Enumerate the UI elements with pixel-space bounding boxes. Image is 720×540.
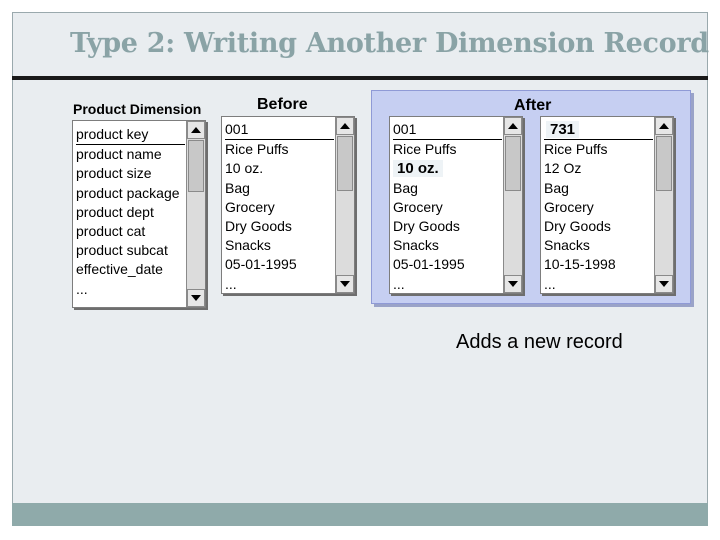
list-item: Grocery [393,198,443,215]
vertical-scrollbar[interactable] [335,117,354,293]
list-item: product size [76,165,152,182]
list-item: product subcat [76,242,168,259]
title-divider [12,76,708,80]
product-dimension-listbox[interactable]: product key product name product size pr… [72,120,206,308]
list-item: product name [76,146,162,163]
list-item: Dry Goods [544,217,611,234]
list-item: Grocery [225,198,275,215]
list-item: product package [76,184,180,201]
list-item: effective_date [76,261,163,278]
slide-title: Type 2: Writing Another Dimension Record [70,28,709,59]
list-item: Bag [393,179,418,196]
arrow-down-icon [191,295,201,301]
list-item: Snacks [544,237,590,254]
footer-band [12,503,708,526]
after-old-record-listbox[interactable]: 001 Rice Puffs 10 oz. Bag Grocery Dry Go… [389,116,523,294]
scroll-up-button[interactable] [187,121,205,139]
scroll-thumb[interactable] [505,136,521,191]
list-item: product dept [76,203,154,220]
arrow-up-icon [659,123,669,129]
scroll-down-button[interactable] [187,289,205,307]
arrow-down-icon [508,281,518,287]
caption-text: Adds a new record [456,331,623,353]
list-item: 05-01-1995 [393,256,465,273]
list-item: Rice Puffs [393,141,457,158]
list-item: 001 [393,120,502,141]
list-item: 001 [225,120,334,141]
list-item: ... [393,275,405,292]
list-item: 10 oz. [225,160,264,177]
list-item: product key [76,125,185,146]
arrow-down-icon [340,281,350,287]
list-item: 12 Oz [544,160,582,177]
highlighted-value: 731 [546,121,580,138]
scroll-down-button[interactable] [504,275,522,293]
after-old-record-list: 001 Rice Puffs 10 oz. Bag Grocery Dry Go… [393,120,502,294]
list-item-highlighted: 731 [544,120,653,141]
list-item: Snacks [225,237,271,254]
scroll-thumb[interactable] [656,136,672,191]
after-new-record-list: 731 Rice Puffs 12 Oz Bag Grocery Dry Goo… [544,120,653,294]
arrow-up-icon [191,127,201,133]
list-item: ... [76,280,88,297]
list-item: Grocery [544,198,594,215]
arrow-down-icon [659,281,669,287]
before-label: Before [257,96,308,113]
list-item: Bag [544,179,569,196]
list-item: 05-01-1995 [225,256,297,273]
arrow-up-icon [508,123,518,129]
list-item: Rice Puffs [225,141,289,158]
vertical-scrollbar[interactable] [503,117,522,293]
scroll-up-button[interactable] [504,117,522,135]
list-item: Bag [225,179,250,196]
scroll-up-button[interactable] [655,117,673,135]
scroll-up-button[interactable] [336,117,354,135]
list-item: Dry Goods [393,217,460,234]
list-item: Snacks [393,237,439,254]
before-record-listbox[interactable]: 001 Rice Puffs 10 oz. Bag Grocery Dry Go… [221,116,355,294]
scroll-thumb[interactable] [337,136,353,191]
product-dimension-label: Product Dimension [73,101,202,117]
before-record-list: 001 Rice Puffs 10 oz. Bag Grocery Dry Go… [225,120,334,294]
after-new-record-listbox[interactable]: 731 Rice Puffs 12 Oz Bag Grocery Dry Goo… [540,116,674,294]
list-item: product cat [76,222,146,239]
after-label: After [514,97,552,114]
vertical-scrollbar[interactable] [186,121,205,307]
list-item: ... [544,275,556,292]
vertical-scrollbar[interactable] [654,117,673,293]
arrow-up-icon [340,123,350,129]
list-item: ... [225,275,237,292]
scroll-down-button[interactable] [336,275,354,293]
scroll-down-button[interactable] [655,275,673,293]
list-item: 10-15-1998 [544,256,616,273]
list-item: Rice Puffs [544,141,608,158]
highlighted-value: 10 oz. [393,160,443,178]
scroll-thumb[interactable] [188,140,204,192]
product-dimension-list: product key product name product size pr… [76,125,185,299]
list-item: Dry Goods [225,217,292,234]
list-item-highlighted: 10 oz. [393,159,502,178]
